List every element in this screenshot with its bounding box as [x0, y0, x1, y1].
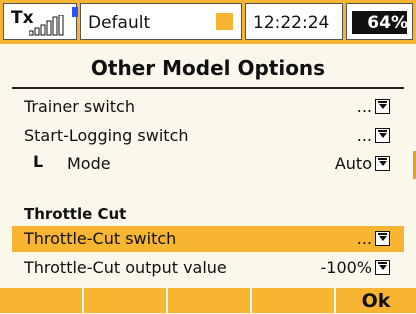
- dropdown-icon[interactable]: [375, 260, 390, 275]
- dropdown-icon[interactable]: [375, 156, 390, 171]
- row-throttle-cut-output[interactable]: Throttle-Cut output value -100%: [12, 255, 404, 281]
- softkey-4[interactable]: [252, 288, 334, 313]
- softkey-3[interactable]: [168, 288, 250, 313]
- tx-signal-panel: Tx: [3, 3, 78, 40]
- profile-name: Default: [88, 13, 151, 33]
- section-heading: Throttle Cut: [24, 205, 127, 223]
- row-start-logging-switch[interactable]: Start-Logging switch ...: [12, 123, 404, 149]
- row-label: Start-Logging switch: [24, 126, 189, 145]
- battery-percent: 64%: [367, 13, 408, 33]
- dropdown-icon[interactable]: [375, 231, 390, 246]
- page-title: Other Model Options: [90, 56, 326, 80]
- softkey-1[interactable]: [0, 288, 82, 313]
- row-mode[interactable]: L Mode Auto: [12, 151, 404, 177]
- dropdown-icon[interactable]: [375, 128, 390, 143]
- profile-color-swatch: [216, 13, 233, 30]
- dropdown-icon[interactable]: [375, 99, 390, 114]
- indent-glyph: L: [33, 152, 44, 171]
- status-bar: Tx Default 12:22:24 64%: [0, 0, 416, 44]
- clock-time: 12:22:24: [253, 13, 330, 33]
- profile-panel[interactable]: Default: [80, 3, 242, 40]
- ok-button[interactable]: Ok: [336, 288, 416, 313]
- clock-panel: 12:22:24: [245, 3, 343, 40]
- row-label: Trainer switch: [24, 97, 135, 116]
- row-value: -100%: [320, 258, 372, 277]
- row-value: Auto: [334, 154, 372, 173]
- row-value: ...: [356, 97, 372, 116]
- row-throttle-cut-switch[interactable]: Throttle-Cut switch ...: [12, 226, 404, 252]
- bluetooth-indicator-icon: [72, 7, 78, 17]
- row-label: Mode: [67, 154, 111, 173]
- softkey-2[interactable]: [84, 288, 166, 313]
- softkey-bar: Ok: [0, 288, 416, 313]
- row-value: ...: [356, 229, 372, 248]
- title-divider: [12, 87, 404, 89]
- battery-panel: 64%: [346, 3, 413, 40]
- row-trainer-switch[interactable]: Trainer switch ...: [12, 94, 404, 120]
- row-value: ...: [356, 126, 372, 145]
- signal-strength-icon: [29, 15, 64, 36]
- row-label: Throttle-Cut output value: [24, 258, 227, 277]
- row-label: Throttle-Cut switch: [24, 229, 177, 248]
